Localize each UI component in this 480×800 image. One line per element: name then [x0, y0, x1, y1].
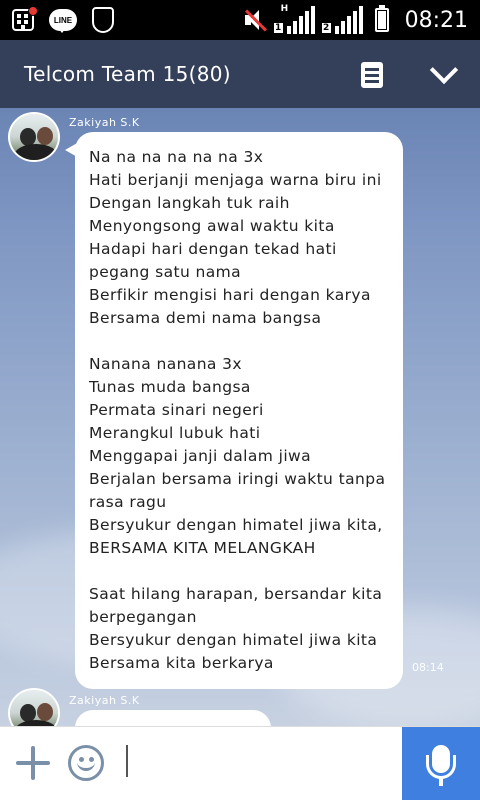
message-line: Menggapai janji dalam jiwa: [89, 447, 312, 465]
message-line: Tunas muda bangsa: [89, 378, 251, 396]
message-line: Na na na na na na 3x: [89, 148, 264, 166]
message-line: Bersama demi nama bangsa: [89, 309, 322, 327]
message-line: rasa ragu: [89, 493, 167, 511]
message-line: Berfikir mengisi hari dengan karya: [89, 286, 371, 304]
message-line: berpegangan: [89, 608, 197, 626]
emoji-icon[interactable]: [68, 745, 104, 781]
message-line: Permata sinari negeri: [89, 401, 264, 419]
message-line: Menyongsong awal waktu kita: [89, 217, 335, 235]
message-line: Bersyukur dengan himatel jiwa kita: [89, 631, 378, 649]
message-time: 08:14: [412, 661, 444, 674]
sim1-tag: 1: [272, 22, 284, 34]
message-text: Na na na na na na 3x Hati berjanji menjag…: [89, 146, 387, 675]
sender-name: Zakiyah S.K: [69, 116, 140, 129]
network-type: H: [280, 4, 289, 14]
signal-sim1-icon: H 1: [272, 4, 315, 34]
note-icon[interactable]: [361, 62, 383, 88]
message-line: Dengan langkah tuk raih: [89, 194, 290, 212]
message-line: Bersyukur dengan himatel jiwa kita,: [89, 516, 383, 534]
message-line: Hati berjanji menjaga warna biru ini: [89, 171, 382, 189]
plus-icon[interactable]: [16, 746, 50, 780]
message-line: pegang satu nama: [89, 263, 242, 281]
battery-icon: [374, 5, 389, 32]
bbm-notification-icon: [8, 6, 38, 34]
sim2-tag: 2: [320, 22, 332, 34]
message-input[interactable]: [134, 739, 394, 787]
avatar[interactable]: [8, 688, 60, 726]
text-cursor: [126, 745, 128, 777]
avatar[interactable]: [8, 112, 60, 162]
sender-name: Zakiyah S.K: [69, 694, 140, 707]
mute-icon: [243, 8, 267, 32]
message-line: Berjalan bersama iringi waktu tanpa: [89, 470, 386, 488]
chat-title[interactable]: Telcom Team 15(80): [24, 62, 231, 86]
message-line: Merangkul lubuk hati: [89, 424, 261, 442]
status-bar: LINE H 1 2 08:21: [0, 0, 480, 40]
shield-notification-icon: [88, 6, 118, 34]
notification-icons: LINE: [8, 6, 118, 34]
chat-header: Telcom Team 15(80): [0, 40, 480, 108]
signal-sim2-icon: 2: [320, 6, 363, 34]
voice-message-button[interactable]: [402, 727, 480, 800]
message-line: Bersama kita berkarya: [89, 654, 274, 672]
message-line: [89, 560, 387, 583]
message-line: BERSAMA KITA MELANGKAH: [89, 539, 316, 557]
message-line: [89, 330, 387, 353]
message-input-bar: [0, 726, 480, 800]
message-line: Nanana nanana 3x: [89, 355, 242, 373]
line-notification-icon: LINE: [48, 6, 78, 34]
system-icons: H 1 2 08:21: [243, 4, 468, 36]
message-line: Hadapi hari dengan tekad hati: [89, 240, 337, 258]
message-bubble[interactable]: Na na na na na na 3x Hati berjanji menjag…: [65, 132, 403, 689]
chevron-down-icon[interactable]: [430, 58, 458, 86]
status-time: 08:21: [404, 7, 468, 33]
message-bubble[interactable]: [75, 710, 271, 726]
message-line: Saat hilang harapan, bersandar kita: [89, 585, 383, 603]
chat-area[interactable]: Zakiyah S.K Na na na na na na 3x Hati ber…: [0, 108, 480, 726]
line-icon-label: LINE: [49, 9, 77, 31]
